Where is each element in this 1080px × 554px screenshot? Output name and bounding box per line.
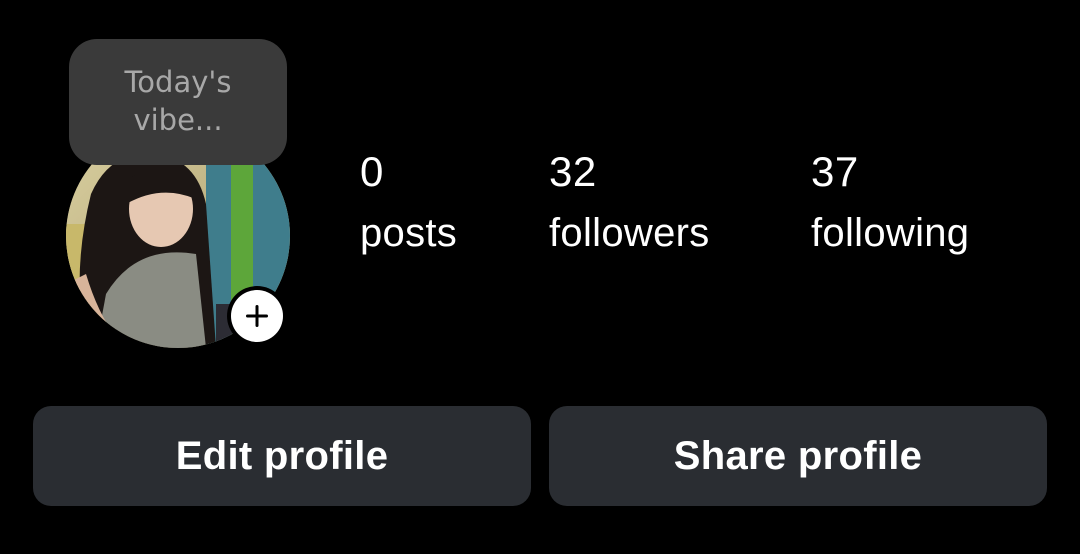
posts-label: posts [360, 211, 458, 255]
followers-stat[interactable]: 32 followers [549, 148, 710, 256]
followers-label: followers [549, 211, 710, 255]
posts-stat[interactable]: 0 posts [360, 148, 457, 256]
following-count: 37 [811, 148, 859, 195]
add-story-button-circle [231, 290, 283, 342]
note-bubble[interactable]: Today's vibe... [69, 39, 287, 165]
following-label: following [811, 211, 970, 255]
edit-profile-button[interactable]: Edit profile [33, 406, 531, 506]
share-profile-button[interactable]: Share profile [549, 406, 1047, 506]
following-stat[interactable]: 37 following [811, 148, 969, 256]
followers-count: 32 [549, 148, 597, 195]
posts-count: 0 [360, 148, 384, 195]
note-text: Today's vibe... [124, 65, 232, 137]
plus-icon [246, 305, 268, 327]
add-story-button[interactable] [227, 286, 287, 346]
